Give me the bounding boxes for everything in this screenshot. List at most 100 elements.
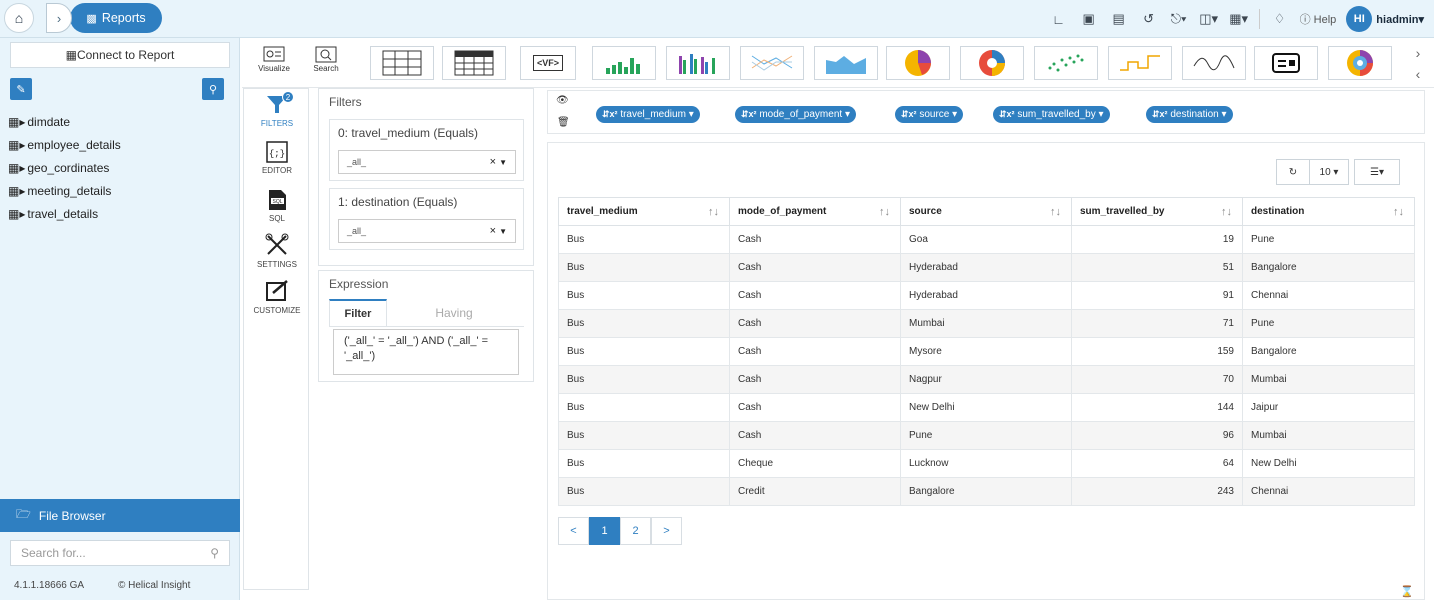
table-row[interactable]: Bus Cash Mysore 159 Bangalore	[558, 337, 1415, 366]
columns-toggle-button[interactable]: ☰▾	[1354, 159, 1400, 185]
trash-icon[interactable]: 🗑	[557, 117, 570, 128]
table-row[interactable]: Bus Cash Hyderabad 91 Chennai	[558, 281, 1415, 310]
grouped-bar-icon	[679, 54, 715, 74]
grid-table-button[interactable]	[442, 46, 506, 80]
vf-button[interactable]: <VF>	[520, 46, 576, 80]
column-header[interactable]: sum_travelled_by ↑↓	[1071, 197, 1243, 226]
area-chart-button[interactable]	[814, 46, 878, 80]
table-row[interactable]: Bus Cash Mumbai 71 Pune	[558, 309, 1415, 338]
grouped-bar-chart-button[interactable]	[666, 46, 730, 80]
tree-item[interactable]: ▦▸ travel_details	[8, 202, 233, 225]
field-pill[interactable]: ⇵x² destination ▾	[1146, 106, 1233, 123]
next-page-button[interactable]: >	[651, 517, 682, 545]
table-row[interactable]: Bus Credit Bangalore 243 Chennai	[558, 477, 1415, 506]
help-link[interactable]: ⓘ Help	[1300, 11, 1337, 27]
visualize-button[interactable]: Visualize	[254, 46, 294, 80]
table-row[interactable]: Bus Cash Hyderabad 51 Bangalore	[558, 253, 1415, 282]
history-icon[interactable]: ↺	[1139, 11, 1159, 27]
search-input[interactable]: Search for... ⚲	[10, 540, 230, 566]
filter-select[interactable]: _all_ × ▼	[338, 219, 516, 243]
home-button[interactable]: ⌂	[4, 3, 34, 33]
tab-customize[interactable]: CUSTOMIZE	[244, 279, 310, 315]
donut-chart-button[interactable]	[960, 46, 1024, 80]
version-text: 4.1.1.18666 GA	[14, 580, 85, 591]
tree-item[interactable]: ▦▸ employee_details	[8, 133, 233, 156]
tab-filter[interactable]: Filter	[329, 299, 387, 326]
sort-icon[interactable]: ↑↓	[1393, 206, 1404, 218]
search-viz-button[interactable]: Search	[306, 46, 346, 80]
tab-sql[interactable]: SQL SQL	[244, 189, 310, 223]
sort-icon[interactable]: ↑↓	[1221, 206, 1232, 218]
field-pill[interactable]: ⇵x² sum_travelled_by ▾	[993, 106, 1110, 123]
line-chart-button[interactable]	[740, 46, 804, 80]
save-icon[interactable]: ▦▾	[1229, 11, 1249, 27]
page-button[interactable]: 2	[620, 517, 651, 545]
sunburst-chart-button[interactable]	[1328, 46, 1392, 80]
clear-icon[interactable]: × ▼	[490, 225, 507, 237]
column-header[interactable]: mode_of_payment ↑↓	[729, 197, 901, 226]
file-browser-button[interactable]: 🗁 File Browser	[0, 499, 240, 532]
card-button[interactable]	[1254, 46, 1318, 80]
tree-item[interactable]: ▦▸ meeting_details	[8, 179, 233, 202]
expression-textarea[interactable]: ('_all_' = '_all_') AND ('_all_' = '_all…	[333, 329, 519, 375]
sort-icon[interactable]: ↑↓	[708, 206, 719, 218]
table-chart-button[interactable]	[370, 46, 434, 80]
avatar[interactable]: HI	[1346, 6, 1373, 32]
table-icon: ▦	[65, 48, 77, 62]
share-icon[interactable]: ⎋▾	[1169, 11, 1189, 27]
preview-icon[interactable]: ▣	[1079, 11, 1099, 27]
tab-settings[interactable]: SETTINGS	[244, 233, 310, 269]
eye-icon[interactable]: 👁	[556, 95, 569, 106]
search-icon: ⚲	[208, 83, 218, 96]
spline-chart-button[interactable]	[1182, 46, 1246, 80]
notification-bell-icon[interactable]: ♢	[1270, 11, 1290, 27]
table-cell: Bus	[558, 393, 730, 422]
tab-editor[interactable]: {;} EDITOR	[244, 141, 310, 175]
prev-page-button[interactable]: <	[558, 517, 589, 545]
page-size-select[interactable]: 10 ▾	[1309, 159, 1349, 185]
refresh-button[interactable]: ↻	[1276, 159, 1310, 185]
table-row[interactable]: Bus Cash Goa 19 Pune	[558, 225, 1415, 254]
breadcrumb-chevron[interactable]: ›	[46, 3, 72, 33]
field-pill[interactable]: ⇵x² mode_of_payment ▾	[735, 106, 856, 123]
table-icon: ▦▸	[8, 137, 26, 152]
field-pill[interactable]: ⇵x² travel_medium ▾	[596, 106, 700, 123]
presentation-icon[interactable]: ▤	[1109, 11, 1129, 27]
user-menu[interactable]: hiadmin▾	[1376, 13, 1424, 26]
table-cell: 243	[1071, 477, 1243, 506]
edit-button[interactable]: ✎	[10, 78, 32, 100]
page-button[interactable]: 1	[589, 517, 620, 545]
table-row[interactable]: Bus Cheque Lucknow 64 New Delhi	[558, 449, 1415, 478]
chevron-right-icon: ›	[56, 10, 62, 26]
column-header[interactable]: travel_medium ↑↓	[558, 197, 730, 226]
column-header[interactable]: destination ↑↓	[1242, 197, 1415, 226]
filter-select[interactable]: _all_ × ▼	[338, 150, 516, 174]
search-button[interactable]: ⚲	[202, 78, 224, 100]
layout-icon[interactable]: ◫▾	[1199, 11, 1219, 27]
connect-to-report-button[interactable]: ▦ Connect to Report	[10, 42, 230, 68]
sort-icon[interactable]: ↑↓	[1050, 206, 1061, 218]
table-row[interactable]: Bus Cash New Delhi 144 Jaipur	[558, 393, 1415, 422]
caret-down-icon[interactable]: ▼	[499, 227, 507, 236]
clear-icon[interactable]: × ▼	[490, 156, 507, 168]
line-chart-icon[interactable]: ∟	[1049, 12, 1069, 27]
field-pill[interactable]: ⇵x² source ▾	[895, 106, 964, 123]
tab-filters[interactable]: 2 FILTERS	[244, 91, 310, 128]
chevron-right-icon[interactable]: ›	[1416, 45, 1421, 61]
bar-chart-button[interactable]	[592, 46, 656, 80]
reports-breadcrumb[interactable]: ▩ Reports	[70, 3, 162, 33]
sort-icon[interactable]: ↑↓	[879, 206, 890, 218]
step-chart-button[interactable]	[1108, 46, 1172, 80]
toolbar-scroll[interactable]: › ‹	[1410, 42, 1426, 84]
tree-item[interactable]: ▦▸ dimdate	[8, 110, 233, 133]
table-row[interactable]: Bus Cash Pune 96 Mumbai	[558, 421, 1415, 450]
column-header[interactable]: source ↑↓	[900, 197, 1072, 226]
table-row[interactable]: Bus Cash Nagpur 70 Mumbai	[558, 365, 1415, 394]
table-cell: Chennai	[1242, 281, 1415, 310]
tree-item[interactable]: ▦▸ geo_cordinates	[8, 156, 233, 179]
tab-having[interactable]: Having	[419, 299, 489, 326]
chevron-left-icon[interactable]: ‹	[1416, 66, 1421, 82]
caret-down-icon[interactable]: ▼	[499, 158, 507, 167]
pie-chart-button[interactable]	[886, 46, 950, 80]
scatter-chart-button[interactable]	[1034, 46, 1098, 80]
